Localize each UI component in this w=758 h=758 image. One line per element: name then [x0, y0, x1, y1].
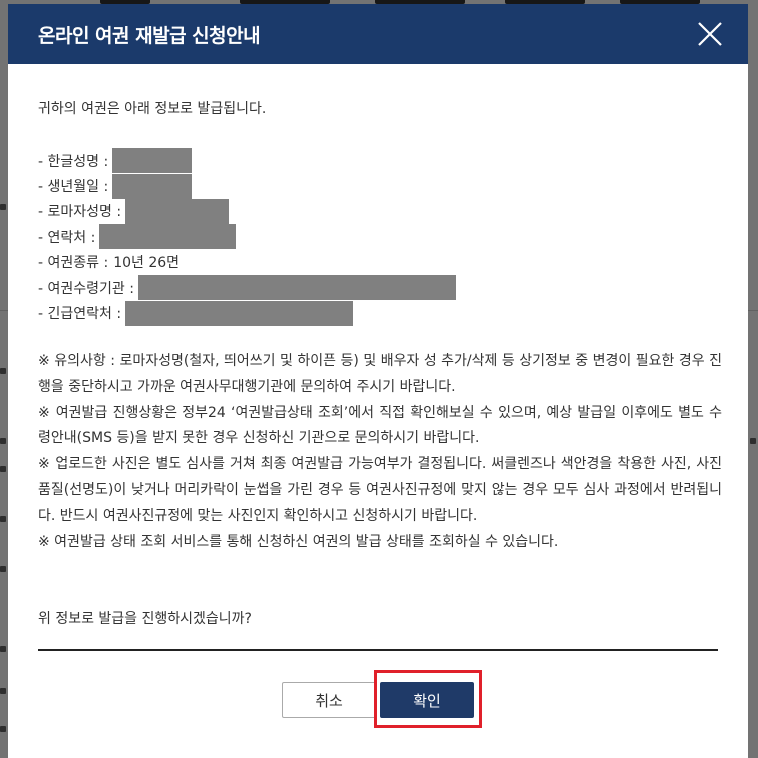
info-row-emergency-contact: - 긴급연락처 :	[38, 300, 456, 326]
confirm-question: 위 정보로 발급을 진행하시겠습니까?	[38, 611, 252, 627]
info-row-roman-name: - 로마자성명 :	[38, 198, 456, 224]
notice-status-check: ※ 여권발급 진행상황은 정부24 ‘여권발급상태 조회’에서 직접 확인해보실…	[38, 404, 722, 447]
redacted-value	[112, 148, 193, 174]
info-list: - 한글성명 : - 생년월일 : - 로마자성명 : - 연락처 : - 여권…	[38, 148, 456, 326]
cancel-button[interactable]: 취소	[282, 682, 376, 718]
redacted-value	[125, 300, 354, 326]
info-row-birth-date: - 생년월일 :	[38, 173, 456, 199]
close-icon	[698, 22, 722, 46]
field-label: - 긴급연락처 :	[38, 306, 122, 323]
redacted-value	[112, 173, 193, 199]
info-row-contact: - 연락처 :	[38, 224, 456, 250]
dialog-title: 온라인 여권 재발급 신청안내	[38, 25, 261, 47]
field-value: 10년 26면	[113, 255, 180, 272]
dialog-header: 온라인 여권 재발급 신청안내	[8, 4, 748, 64]
notice-section: ※ 유의사항 : 로마자성명(철자, 띄어쓰기 및 하이픈 등) 및 배우자 성…	[38, 349, 722, 555]
footer-divider	[38, 649, 718, 651]
field-label: - 연락처 :	[38, 229, 96, 246]
passport-reissue-dialog: 온라인 여권 재발급 신청안내 귀하의 여권은 아래 정보로 발급됩니다. - …	[8, 4, 748, 758]
close-button[interactable]	[696, 20, 724, 48]
field-label: - 여권수령기관 :	[38, 280, 134, 297]
notice-caution: ※ 유의사항 : 로마자성명(철자, 띄어쓰기 및 하이픈 등) 및 배우자 성…	[38, 353, 722, 395]
field-label: - 생년월일 :	[38, 179, 109, 196]
field-label: - 한글성명 :	[38, 153, 109, 170]
redacted-value	[99, 224, 237, 250]
notice-status-service: ※ 여권발급 상태 조회 서비스를 통해 신청하신 여권의 발급 상태를 조회하…	[38, 533, 559, 550]
field-label: - 여권종류 :	[38, 255, 109, 272]
redacted-value	[137, 275, 456, 301]
redacted-value	[125, 198, 230, 224]
confirm-button[interactable]: 확인	[380, 682, 474, 718]
intro-text: 귀하의 여권은 아래 정보로 발급됩니다.	[38, 101, 267, 117]
notice-photo-review: ※ 업로드한 사진은 별도 심사를 거쳐 최종 여권발급 가능여부가 결정됩니다…	[38, 456, 722, 524]
info-row-pickup-office: - 여권수령기관 :	[38, 275, 456, 301]
info-row-passport-type: - 여권종류 : 10년 26면	[38, 250, 456, 275]
field-label: - 로마자성명 :	[38, 204, 122, 221]
info-row-korean-name: - 한글성명 :	[38, 148, 456, 174]
